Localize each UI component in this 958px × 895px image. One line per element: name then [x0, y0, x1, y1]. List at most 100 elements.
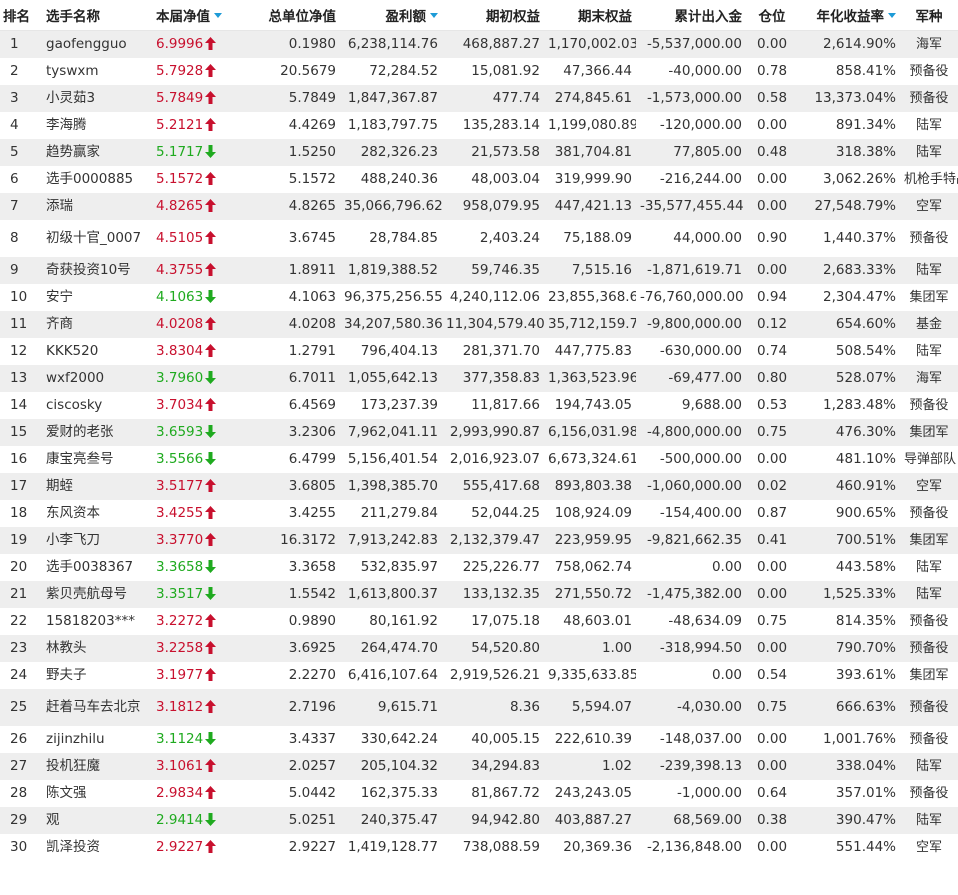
table-row[interactable]: 4 李海腾 5.2121 4.4269 1,183,797.75 135,283.14 1,… — [0, 112, 958, 139]
cell-annual-return: 3,062.26% — [798, 166, 900, 193]
cell-net-value: 3.3770 — [146, 527, 238, 554]
cell-name[interactable]: 投机狂魔 — [38, 753, 146, 780]
cell-net-flow: -500,000.00 — [636, 446, 746, 473]
column-header-label: 期末权益 — [578, 9, 632, 25]
cell-profit: 173,237.39 — [340, 392, 442, 419]
cell-name[interactable]: 小灵茹3 — [38, 85, 146, 112]
cell-unit-net-value: 16.3172 — [238, 527, 340, 554]
table-row[interactable]: 9 奇获投资10号 4.3755 1.8911 1,819,388.52 59,746.3… — [0, 257, 958, 284]
cell-name[interactable]: zijinzhilu — [38, 726, 146, 753]
table-row[interactable]: 8 初级十官_0007 4.5105 3.6745 28,784.85 2,403.24 7… — [0, 220, 958, 257]
table-row[interactable]: 3 小灵茹3 5.7849 5.7849 1,847,367.87 477.74 274,8… — [0, 85, 958, 112]
table-row[interactable]: 16 康宝亮叁号 3.5566 6.4799 5,156,401.54 2,016,923… — [0, 446, 958, 473]
cell-name[interactable]: 趋势赢家 — [38, 139, 146, 166]
table-row[interactable]: 17 期蛭 3.5177 3.6805 1,398,385.70 555,417.68 89… — [0, 473, 958, 500]
cell-name[interactable]: 15818203*** — [38, 608, 146, 635]
table-row[interactable]: 15 爱财的老张 3.6593 3.2306 7,962,041.11 2,993,990… — [0, 419, 958, 446]
cell-name[interactable]: 林教头 — [38, 635, 146, 662]
cell-end-equity: 6,673,324.61 — [544, 446, 636, 473]
cell-army: 预备役 — [900, 220, 958, 257]
table-row[interactable]: 2 tyswxm 5.7928 20.5679 72,284.52 15,081.92 47… — [0, 58, 958, 85]
cell-name[interactable]: 选手0000885 — [38, 166, 146, 193]
table-row[interactable]: 21 紫贝壳航母号 3.3517 1.5542 1,613,800.37 133,132.… — [0, 581, 958, 608]
cell-net-value: 5.7849 — [146, 85, 238, 112]
column-header-annual-return[interactable]: 年化收益率 — [798, 0, 900, 31]
table-row[interactable]: 28 陈文强 2.9834 5.0442 162,375.33 81,867.72 243,… — [0, 780, 958, 807]
cell-name[interactable]: 李海腾 — [38, 112, 146, 139]
column-header-position: 仓位 — [746, 0, 798, 31]
sort-caret-icon[interactable] — [430, 12, 438, 18]
cell-profit: 282,326.23 — [340, 139, 442, 166]
cell-net-value: 3.5566 — [146, 446, 238, 473]
table-row[interactable]: 24 野夫子 3.1977 2.2270 6,416,107.64 2,919,526.2… — [0, 662, 958, 689]
table-row[interactable]: 26 zijinzhilu 3.1124 3.4337 330,642.24 40,005… — [0, 726, 958, 753]
table-row[interactable]: 13 wxf2000 3.7960 6.7011 1,055,642.13 377,358… — [0, 365, 958, 392]
cell-name[interactable]: wxf2000 — [38, 365, 146, 392]
cell-name[interactable]: gaofengguo — [38, 30, 146, 58]
table-row[interactable]: 1 gaofengguo 6.9996 0.1980 6,238,114.76 468,8… — [0, 30, 958, 58]
table-row[interactable]: 5 趋势赢家 5.1717 1.5250 282,326.23 21,573.58 381,… — [0, 139, 958, 166]
table-row[interactable]: 22 15818203*** 3.2272 0.9890 80,161.92 17,075… — [0, 608, 958, 635]
table-row[interactable]: 23 林教头 3.2258 3.6925 264,474.70 54,520.80 1.00… — [0, 635, 958, 662]
table-row[interactable]: 20 选手0038367 3.3658 3.3658 532,835.97 225,226… — [0, 554, 958, 581]
cell-position: 0.94 — [746, 284, 798, 311]
cell-annual-return: 1,001.76% — [798, 726, 900, 753]
table-row[interactable]: 12 KKK520 3.8304 1.2791 796,404.13 281,371.70… — [0, 338, 958, 365]
table-row[interactable]: 30 凯泽投资 2.9227 2.9227 1,419,128.77 738,088.59… — [0, 834, 958, 861]
table-row[interactable]: 11 齐商 4.0208 4.0208 34,207,580.36 11,304,579.… — [0, 311, 958, 338]
table-row[interactable]: 18 东风资本 3.4255 3.4255 211,279.84 52,044.25 108… — [0, 500, 958, 527]
cell-name[interactable]: 赶着马车去北京 — [38, 689, 146, 726]
cell-name[interactable]: 选手0038367 — [38, 554, 146, 581]
arrow-up-icon — [205, 839, 217, 853]
table-row[interactable]: 19 小李飞刀 3.3770 16.3172 7,913,242.83 2,132,379… — [0, 527, 958, 554]
cell-name[interactable]: 紫贝壳航母号 — [38, 581, 146, 608]
cell-name[interactable]: 安宁 — [38, 284, 146, 311]
cell-name[interactable]: 野夫子 — [38, 662, 146, 689]
cell-annual-return: 390.47% — [798, 807, 900, 834]
cell-net-value: 5.1717 — [146, 139, 238, 166]
net-value-text: 3.7960 — [156, 370, 204, 386]
table-row[interactable]: 6 选手0000885 5.1572 5.1572 488,240.36 48,003.0… — [0, 166, 958, 193]
table-row[interactable]: 14 ciscosky 3.7034 6.4569 173,237.39 11,817.6… — [0, 392, 958, 419]
cell-name[interactable]: 期蛭 — [38, 473, 146, 500]
net-value-text: 5.2121 — [156, 117, 204, 133]
cell-rank: 4 — [0, 112, 38, 139]
cell-profit: 28,784.85 — [340, 220, 442, 257]
cell-annual-return: 508.54% — [798, 338, 900, 365]
column-header-net-value[interactable]: 本届净值 — [146, 0, 238, 31]
cell-annual-return: 2,304.47% — [798, 284, 900, 311]
cell-name[interactable]: tyswxm — [38, 58, 146, 85]
column-header-profit[interactable]: 盈利额 — [340, 0, 442, 31]
cell-annual-return: 338.04% — [798, 753, 900, 780]
cell-name[interactable]: ciscosky — [38, 392, 146, 419]
arrow-up-icon — [205, 117, 217, 131]
cell-name[interactable]: 陈文强 — [38, 780, 146, 807]
cell-name[interactable]: 康宝亮叁号 — [38, 446, 146, 473]
cell-name[interactable]: 齐商 — [38, 311, 146, 338]
cell-name[interactable]: 凯泽投资 — [38, 834, 146, 861]
cell-name[interactable]: 奇获投资10号 — [38, 257, 146, 284]
cell-name[interactable]: KKK520 — [38, 338, 146, 365]
cell-name[interactable]: 初级十官_0007 — [38, 220, 146, 257]
cell-position: 0.00 — [746, 581, 798, 608]
cell-name[interactable]: 添瑞 — [38, 193, 146, 220]
cell-name[interactable]: 爱财的老张 — [38, 419, 146, 446]
cell-net-flow: -1,060,000.00 — [636, 473, 746, 500]
sort-caret-icon[interactable] — [214, 12, 222, 18]
table-row[interactable]: 7 添瑞 4.8265 4.8265 35,066,796.62 958,079.95 44… — [0, 193, 958, 220]
table-row[interactable]: 25 赶着马车去北京 3.1812 2.7196 9,615.71 8.36 5,594.0… — [0, 689, 958, 726]
cell-name[interactable]: 观 — [38, 807, 146, 834]
column-header-end-equity: 期末权益 — [544, 0, 636, 31]
table-row[interactable]: 27 投机狂魔 3.1061 2.0257 205,104.32 34,294.83 1.0… — [0, 753, 958, 780]
cell-profit: 1,398,385.70 — [340, 473, 442, 500]
table-row[interactable]: 29 观 2.9414 5.0251 240,375.47 94,942.80 403,88… — [0, 807, 958, 834]
cell-position: 0.00 — [746, 30, 798, 58]
cell-net-flow: -9,800,000.00 — [636, 311, 746, 338]
cell-end-equity: 1,170,002.03 — [544, 30, 636, 58]
cell-name[interactable]: 小李飞刀 — [38, 527, 146, 554]
table-row[interactable]: 10 安宁 4.1063 4.1063 96,375,256.55 4,240,112.0… — [0, 284, 958, 311]
cell-unit-net-value: 4.0208 — [238, 311, 340, 338]
cell-name[interactable]: 东风资本 — [38, 500, 146, 527]
cell-unit-net-value: 5.0251 — [238, 807, 340, 834]
sort-caret-icon[interactable] — [888, 12, 896, 18]
